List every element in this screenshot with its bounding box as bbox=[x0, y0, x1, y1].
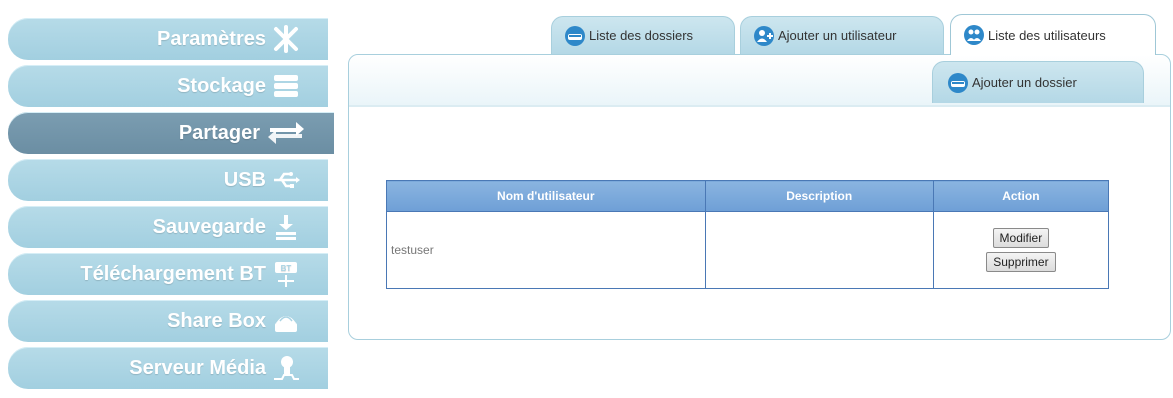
storage-icon bbox=[272, 72, 300, 100]
column-header-description: Description bbox=[704, 180, 934, 212]
folder-drive-icon bbox=[564, 25, 586, 47]
sidebar-item-sauvegarde[interactable]: Sauvegarde bbox=[8, 206, 328, 248]
tab-label: Liste des dossiers bbox=[589, 28, 694, 43]
sidebar-item-label: Sauvegarde bbox=[152, 215, 266, 238]
sidebar-item-telechargement-bt[interactable]: Téléchargement BT BT bbox=[8, 253, 328, 295]
content-panel: Ajouter un dossier Nom d'utilisateur Des… bbox=[348, 54, 1171, 340]
sidebar-item-label: Paramètres bbox=[157, 27, 266, 50]
sidebar-item-label: Partager bbox=[178, 121, 260, 144]
share-arrows-icon bbox=[266, 119, 306, 147]
add-folder-icon bbox=[947, 72, 969, 94]
tab-liste-des-dossiers[interactable]: Liste des dossiers bbox=[551, 16, 735, 54]
share-box-icon bbox=[272, 307, 300, 335]
sidebar-item-share-box[interactable]: Share Box bbox=[8, 300, 328, 342]
modify-button[interactable]: Modifier bbox=[992, 228, 1050, 248]
svg-text:BT: BT bbox=[281, 264, 292, 273]
settings-tools-icon bbox=[272, 25, 300, 53]
tab-label: Liste des utilisateurs bbox=[988, 27, 1106, 43]
sidebar-item-usb[interactable]: USB bbox=[8, 159, 328, 201]
sidebar-item-label: Serveur Média bbox=[129, 356, 266, 379]
tab-label: Ajouter un utilisateur bbox=[778, 28, 897, 43]
delete-button[interactable]: Supprimer bbox=[986, 252, 1056, 272]
column-header-username: Nom d'utilisateur bbox=[386, 180, 706, 212]
sidebar-item-serveur-media[interactable]: Serveur Média bbox=[8, 347, 328, 389]
sidebar-item-stockage[interactable]: Stockage bbox=[8, 65, 328, 107]
usb-icon bbox=[272, 166, 300, 194]
table-header-row: Nom d'utilisateur Description Action bbox=[386, 180, 1110, 212]
username-cell: testuser bbox=[386, 211, 706, 289]
sidebar-item-label: Téléchargement BT bbox=[80, 262, 266, 285]
media-server-icon bbox=[272, 354, 300, 382]
subtab-label: Ajouter un dossier bbox=[972, 75, 1077, 90]
add-user-icon bbox=[753, 25, 775, 47]
sidebar-item-parametres[interactable]: Paramètres bbox=[8, 18, 328, 60]
sidebar-item-label: Stockage bbox=[177, 74, 266, 97]
tab-ajouter-un-utilisateur[interactable]: Ajouter un utilisateur bbox=[740, 16, 944, 54]
action-cell: Modifier Supprimer bbox=[932, 211, 1110, 289]
description-cell bbox=[704, 211, 934, 289]
column-header-action: Action bbox=[932, 180, 1110, 212]
bittorrent-icon: BT bbox=[272, 260, 300, 288]
users-table: Nom d'utilisateur Description Action tes… bbox=[386, 180, 1110, 289]
sidebar-item-label: USB bbox=[223, 168, 266, 191]
sidebar-item-partager[interactable]: Partager bbox=[8, 112, 334, 154]
backup-icon bbox=[272, 213, 300, 241]
sidebar: Paramètres Stockage Partager USB Sauvega… bbox=[8, 18, 334, 394]
table-row: testuser Modifier Supprimer bbox=[386, 211, 1110, 289]
tab-liste-des-utilisateurs[interactable]: Liste des utilisateurs bbox=[950, 14, 1156, 55]
users-list-icon bbox=[963, 24, 985, 46]
subtab-ajouter-un-dossier[interactable]: Ajouter un dossier bbox=[932, 61, 1144, 103]
sidebar-item-label: Share Box bbox=[167, 309, 266, 332]
